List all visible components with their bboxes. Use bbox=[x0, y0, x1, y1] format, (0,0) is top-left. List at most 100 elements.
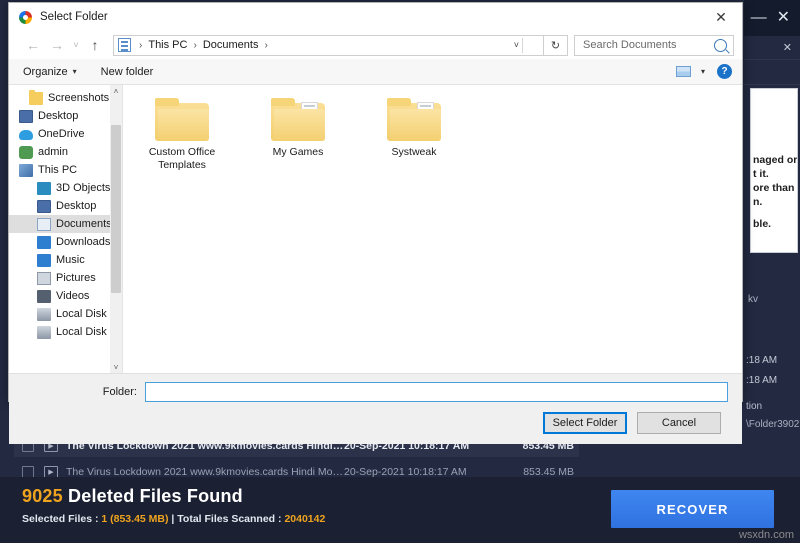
computer-icon bbox=[19, 163, 33, 177]
dialog-titlebar: Select Folder ✕ bbox=[9, 3, 742, 31]
chrome-icon bbox=[19, 10, 32, 24]
total-scanned-value: 2040142 bbox=[284, 513, 326, 525]
sidebar-item-label: admin bbox=[38, 146, 68, 158]
cube-icon bbox=[37, 181, 51, 195]
panel-close-icon[interactable]: ✕ bbox=[783, 41, 792, 54]
info-line-1: naged or bbox=[753, 154, 798, 166]
user-icon bbox=[19, 145, 33, 159]
search-box[interactable] bbox=[574, 34, 734, 56]
breadcrumb[interactable]: › This PC › Documents › ˅ bbox=[113, 34, 544, 56]
chevron-down-icon[interactable]: ▾ bbox=[701, 67, 705, 76]
sidebar-item-desktop-pc[interactable]: Desktop bbox=[9, 197, 122, 215]
info-card: naged or t it. ore than n. ble. bbox=[750, 88, 798, 253]
sidebar-item-3d-objects[interactable]: 3D Objects bbox=[9, 179, 122, 197]
organize-button[interactable]: Organize ▾ bbox=[23, 66, 77, 78]
close-icon[interactable]: ✕ bbox=[777, 10, 790, 26]
sidebar-item-label: Desktop bbox=[38, 110, 79, 122]
sidebar-item-documents[interactable]: Documents bbox=[9, 215, 122, 233]
scrollbar-thumb[interactable] bbox=[111, 125, 121, 293]
sidebar-item-label: OneDrive bbox=[38, 128, 85, 140]
up-icon[interactable]: ↑ bbox=[83, 33, 107, 57]
sidebar-item-admin[interactable]: admin bbox=[9, 143, 122, 161]
watermark: wsxdn.com bbox=[738, 529, 794, 541]
deleted-files-label: Deleted Files Found bbox=[68, 486, 243, 506]
sidebar-item-videos[interactable]: Videos bbox=[9, 287, 122, 305]
minimize-icon[interactable]: — bbox=[751, 10, 767, 26]
sidebar-item-onedrive[interactable]: OneDrive bbox=[9, 125, 122, 143]
breadcrumb-item-documents[interactable]: Documents bbox=[203, 39, 259, 51]
dialog-title: Select Folder bbox=[40, 11, 108, 23]
select-folder-button[interactable]: Select Folder bbox=[543, 412, 627, 434]
help-icon[interactable]: ? bbox=[717, 64, 732, 79]
search-icon bbox=[714, 38, 727, 52]
cancel-button[interactable]: Cancel bbox=[637, 412, 721, 434]
sidebar-item-music[interactable]: Music bbox=[9, 251, 122, 269]
app-subpanel-bar: ✕ bbox=[744, 36, 800, 60]
selected-files-prefix: Selected Files : bbox=[22, 513, 102, 525]
folder-input[interactable] bbox=[145, 382, 728, 402]
scroll-down-icon[interactable]: ˅ bbox=[110, 361, 122, 373]
search-input[interactable] bbox=[581, 38, 714, 52]
cloud-icon bbox=[19, 130, 33, 140]
sidebar-item-label: Screenshots bbox=[48, 92, 110, 104]
dialog-toolbar: Organize ▾ New folder ▾ ? bbox=[9, 59, 742, 85]
sidebar-item-label: 3D Objects bbox=[56, 182, 111, 194]
status-bar: 9025 Deleted Files Found Selected Files … bbox=[0, 477, 800, 543]
dialog-footer: Folder: Select Folder Cancel bbox=[9, 373, 742, 444]
sidebar-item-label: This PC bbox=[38, 164, 78, 176]
app-panel-strip bbox=[744, 60, 800, 85]
view-layout-icon[interactable] bbox=[675, 66, 691, 77]
dialog-close-icon[interactable]: ✕ bbox=[700, 3, 742, 31]
list-item[interactable]: Custom Office Templates bbox=[145, 97, 219, 172]
folder-label: Systweak bbox=[391, 146, 437, 158]
list-item[interactable]: My Games bbox=[261, 97, 335, 172]
select-folder-dialog: Select Folder ✕ ← → ˅ ↑ › This PC › Docu… bbox=[8, 2, 743, 444]
sidebar-item-screenshots[interactable]: Screenshots bbox=[9, 89, 122, 107]
new-folder-label: New folder bbox=[100, 65, 154, 78]
deleted-files-title: 9025 Deleted Files Found bbox=[22, 486, 243, 507]
forward-icon[interactable]: → bbox=[45, 33, 69, 57]
tree-scrollbar[interactable]: ˄ ˅ bbox=[110, 85, 122, 373]
folder-content-pane: Custom Office Templates My Games Systwea… bbox=[123, 85, 742, 373]
new-folder-button[interactable]: New folder bbox=[101, 66, 154, 78]
info-line-2: t it. bbox=[753, 168, 769, 180]
sidebar-item-desktop[interactable]: Desktop bbox=[9, 107, 122, 125]
folder-icon bbox=[387, 97, 441, 141]
breadcrumb-separator: › bbox=[264, 39, 268, 51]
breadcrumb-separator: › bbox=[193, 39, 197, 51]
picture-icon bbox=[37, 271, 51, 285]
folder-grid: Custom Office Templates My Games Systwea… bbox=[145, 97, 742, 172]
sidebar-item-label: Documents bbox=[56, 218, 112, 230]
recover-button[interactable]: RECOVER bbox=[611, 490, 774, 528]
sidebar-item-local-disk-c[interactable]: Local Disk (C:) bbox=[9, 305, 122, 323]
recent-locations-icon[interactable]: ˅ bbox=[69, 33, 83, 57]
desktop-icon bbox=[37, 199, 51, 213]
selected-files-value: 1 (853.45 MB) bbox=[101, 513, 169, 525]
info-line-3: ore than bbox=[753, 182, 795, 194]
folder-label-text: Folder: bbox=[102, 386, 137, 398]
scanned-prefix: | Total Files Scanned : bbox=[168, 513, 285, 525]
documents-icon bbox=[37, 217, 51, 231]
sidebar-item-downloads[interactable]: Downloads bbox=[9, 233, 122, 251]
sidebar-item-label: Videos bbox=[56, 290, 90, 302]
chevron-down-icon[interactable]: ˅ bbox=[514, 40, 519, 50]
dialog-body: Screenshots Desktop OneDrive admin This … bbox=[9, 85, 742, 373]
breadcrumb-item-this-pc[interactable]: This PC bbox=[148, 39, 187, 51]
disk-icon bbox=[37, 307, 51, 321]
navigation-tree-items: Screenshots Desktop OneDrive admin This … bbox=[9, 85, 122, 341]
breadcrumb-divider bbox=[522, 37, 523, 53]
folder-icon bbox=[29, 89, 43, 105]
background-column-header: kv bbox=[748, 293, 758, 305]
back-icon[interactable]: ← bbox=[21, 33, 45, 57]
sidebar-item-local-disk-d[interactable]: Local Disk (D:) bbox=[9, 323, 122, 341]
sidebar-item-pictures[interactable]: Pictures bbox=[9, 269, 122, 287]
refresh-icon[interactable]: ↻ bbox=[544, 34, 568, 56]
folder-icon bbox=[271, 97, 325, 141]
music-note-icon bbox=[37, 253, 51, 267]
content-scrollbar[interactable] bbox=[730, 85, 742, 373]
sidebar-item-this-pc[interactable]: This PC bbox=[9, 161, 122, 179]
list-item[interactable]: Systweak bbox=[377, 97, 451, 172]
video-icon bbox=[37, 289, 51, 303]
scroll-up-icon[interactable]: ˄ bbox=[110, 85, 122, 97]
app-window-controls: — ✕ bbox=[744, 0, 800, 36]
